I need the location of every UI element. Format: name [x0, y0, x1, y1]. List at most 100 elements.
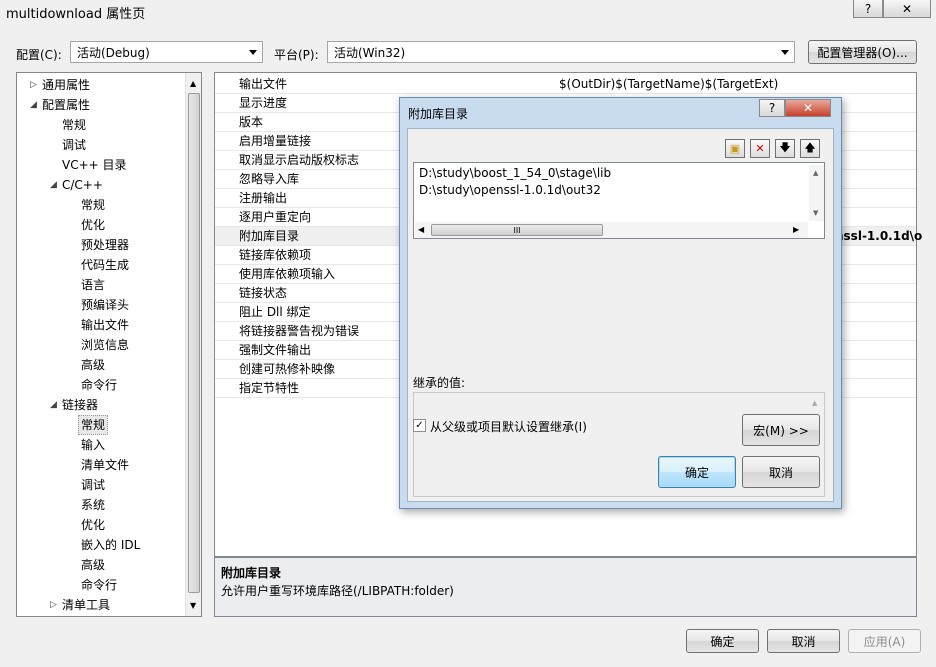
tree-item[interactable]: 常规	[78, 415, 109, 435]
scroll-right-icon[interactable]: ▶	[793, 225, 799, 234]
path-list-vscroll[interactable]: ▲ ▼	[809, 165, 824, 221]
chevron-down-icon	[781, 50, 789, 55]
dialog-cancel-button[interactable]: 取消	[742, 456, 820, 488]
property-name: 注册输出	[239, 191, 288, 205]
scroll-left-icon[interactable]: ◀	[418, 225, 424, 234]
tree-item[interactable]: 链接器	[62, 395, 98, 415]
hscroll-thumb[interactable]: III	[431, 224, 603, 236]
config-value: 活动(Debug)	[77, 45, 150, 60]
property-name: 指定节特性	[239, 381, 300, 395]
ok-button[interactable]: 确定	[686, 629, 759, 653]
additional-lib-dialog: 附加库目录 ? ✕ ▣ ✕ 🡇 🡅 D:\study\boost_1_54_0\…	[399, 97, 842, 509]
scroll-up-icon[interactable]: ▲	[813, 169, 818, 177]
tree-item[interactable]: VC++ 目录	[62, 155, 127, 175]
platform-select[interactable]: 活动(Win32)	[327, 41, 795, 63]
property-name: 链接库依赖项	[239, 248, 312, 262]
tree-item[interactable]: 高级	[81, 555, 105, 575]
scroll-down-icon[interactable]: ▼	[813, 209, 818, 217]
tree-item[interactable]: 输入	[81, 435, 105, 455]
tree-item[interactable]: 优化	[81, 215, 105, 235]
property-name: 阻止 Dll 绑定	[239, 305, 311, 319]
tree-item[interactable]: 预处理器	[81, 235, 129, 255]
collapse-icon[interactable]: ◢	[30, 100, 37, 110]
help-button[interactable]: ?	[853, 0, 883, 18]
description-panel: 附加库目录 允许用户重写环境库路径(/LIBPATH:folder)	[214, 557, 917, 617]
property-name: 链接状态	[239, 286, 288, 300]
move-up-button[interactable]: 🡅	[800, 139, 820, 158]
tree-item[interactable]: 清单工具	[62, 595, 110, 615]
property-name: 取消显示启动版权标志	[239, 153, 360, 167]
scroll-up-icon[interactable]: ▲	[190, 79, 196, 88]
tree-scrollbar[interactable]: ▲ ▼	[185, 73, 201, 616]
path-item[interactable]: D:\study\openssl-1.0.1d\out32	[419, 182, 601, 199]
dialog-title: 附加库目录	[408, 107, 469, 121]
close-button[interactable]: ✕	[883, 0, 931, 18]
tree-item[interactable]: 系统	[81, 495, 105, 515]
dialog-ok-button[interactable]: 确定	[658, 456, 736, 488]
apply-button[interactable]: 应用(A)	[848, 629, 921, 653]
property-name: 启用增量链接	[239, 134, 312, 148]
property-name: 将链接器警告视为错误	[239, 324, 360, 338]
tree-item[interactable]: 代码生成	[81, 255, 129, 275]
property-name: 强制文件输出	[239, 343, 312, 357]
tree-item[interactable]: 常规	[62, 115, 86, 135]
config-manager-button[interactable]: 配置管理器(O)...	[808, 40, 917, 64]
path-list-hscroll[interactable]: ◀ III ▶	[415, 222, 808, 238]
dialog-help-button[interactable]: ?	[759, 99, 785, 117]
category-tree: ▷ 通用属性 ◢ 配置属性 常规 调试 VC++ 目录 ◢ C/C++ 常规 优化 预处理器 代码生成语…	[16, 72, 202, 617]
collapse-icon[interactable]: ◢	[50, 180, 57, 190]
tree-scroll-thumb[interactable]	[188, 93, 200, 593]
tree-item[interactable]: 语言	[81, 275, 105, 295]
new-folder-icon: ▣	[729, 142, 741, 155]
tree-item[interactable]: 预编译头	[81, 295, 129, 315]
description-text: 允许用户重写环境库路径(/LIBPATH:folder)	[221, 584, 454, 598]
tree-item[interactable]: 清单文件	[81, 455, 129, 475]
tree-item[interactable]: 调试	[62, 135, 86, 155]
tree-item[interactable]: 输出文件	[81, 315, 129, 335]
close-icon: ✕	[901, 1, 913, 16]
expand-icon[interactable]: ▷	[50, 600, 57, 610]
tree-item[interactable]: 命令行	[81, 375, 117, 395]
scroll-down-icon[interactable]: ▼	[190, 601, 196, 610]
collapse-icon[interactable]: ◢	[50, 400, 57, 410]
property-row[interactable]: 输出文件 $(OutDir)$(TargetName)$(TargetExt)	[215, 75, 916, 94]
platform-label: 平台(P):	[274, 48, 319, 62]
config-label: 配置(C):	[16, 48, 62, 62]
description-title: 附加库目录	[221, 566, 282, 580]
property-name: 输出文件	[239, 77, 288, 91]
tree-item[interactable]: 通用属性	[42, 75, 90, 95]
tree-item[interactable]: 浏览信息	[81, 335, 129, 355]
property-name: 附加库目录	[239, 229, 300, 243]
property-value[interactable]: $(OutDir)$(TargetName)$(TargetExt)	[559, 75, 778, 94]
macro-button[interactable]: 宏(M) >>	[742, 414, 820, 446]
move-down-button[interactable]: 🡇	[775, 139, 795, 158]
property-name: 使用库依赖项输入	[239, 267, 336, 281]
inherited-label: 继承的值:	[413, 376, 466, 390]
expand-icon[interactable]: ▷	[30, 80, 37, 90]
path-list[interactable]: D:\study\boost_1_54_0\stage\lib D:\study…	[413, 162, 825, 239]
property-name: 版本	[239, 115, 264, 129]
tree-item[interactable]: C/C++	[62, 175, 103, 195]
inherit-checkbox-label: 从父级或项目默认设置继承(I)	[430, 420, 587, 434]
platform-value: 活动(Win32)	[334, 45, 406, 60]
tree-item[interactable]: 高级	[81, 355, 105, 375]
tree-item[interactable]: 嵌入的 IDL	[81, 535, 140, 555]
tree-item[interactable]: 常规	[81, 195, 105, 215]
dialog-close-button[interactable]: ✕	[785, 99, 831, 117]
arrow-up-icon: 🡅	[804, 141, 816, 154]
property-name: 忽略导入库	[239, 172, 300, 186]
config-select[interactable]: 活动(Debug)	[70, 41, 263, 63]
scroll-up-icon[interactable]: ▲	[812, 399, 817, 407]
new-folder-button[interactable]: ▣	[725, 139, 745, 158]
chevron-down-icon	[249, 50, 257, 55]
tree-item[interactable]: 命令行	[81, 575, 117, 595]
property-value[interactable]: nssl-1.0.1d\o	[835, 227, 922, 246]
delete-button[interactable]: ✕	[750, 139, 770, 158]
path-item[interactable]: D:\study\boost_1_54_0\stage\lib	[419, 165, 611, 182]
inherit-checkbox[interactable]: ✓	[413, 419, 426, 432]
tree-item[interactable]: 优化	[81, 515, 105, 535]
tree-item[interactable]: 配置属性	[42, 95, 90, 115]
cancel-button[interactable]: 取消	[767, 629, 840, 653]
window-title: multidownload 属性页	[6, 7, 146, 22]
tree-item[interactable]: 调试	[81, 475, 105, 495]
